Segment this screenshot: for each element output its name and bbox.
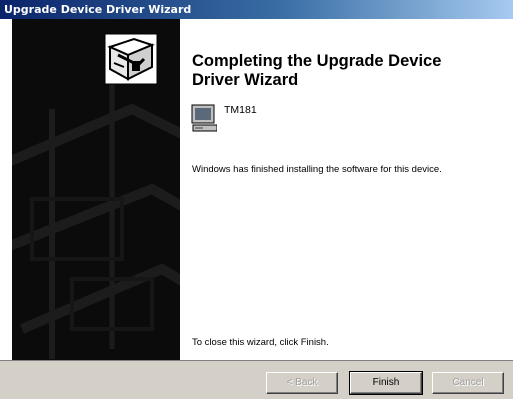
hardware-box-icon [104, 33, 158, 85]
cancel-button[interactable]: Cancel [432, 372, 504, 394]
wizard-main-panel: Completing the Upgrade Device Driver Wiz… [180, 19, 513, 360]
window-title: Upgrade Device Driver Wizard [4, 3, 192, 16]
device-name: TM181 [224, 104, 257, 116]
close-instruction: To close this wizard, click Finish. [192, 337, 329, 348]
status-message: Windows has finished installing the soft… [192, 164, 442, 175]
finish-button[interactable]: Finish [349, 371, 423, 395]
button-bar: < Back Finish Cancel [0, 360, 513, 399]
wizard-window: Upgrade Device Driver Wizard Completing … [0, 0, 513, 399]
title-bar[interactable]: Upgrade Device Driver Wizard [0, 0, 513, 19]
back-button[interactable]: < Back [266, 372, 338, 394]
wizard-side-banner [12, 19, 180, 360]
monitor-icon [191, 104, 217, 132]
page-title: Completing the Upgrade Device Driver Wiz… [192, 52, 442, 89]
